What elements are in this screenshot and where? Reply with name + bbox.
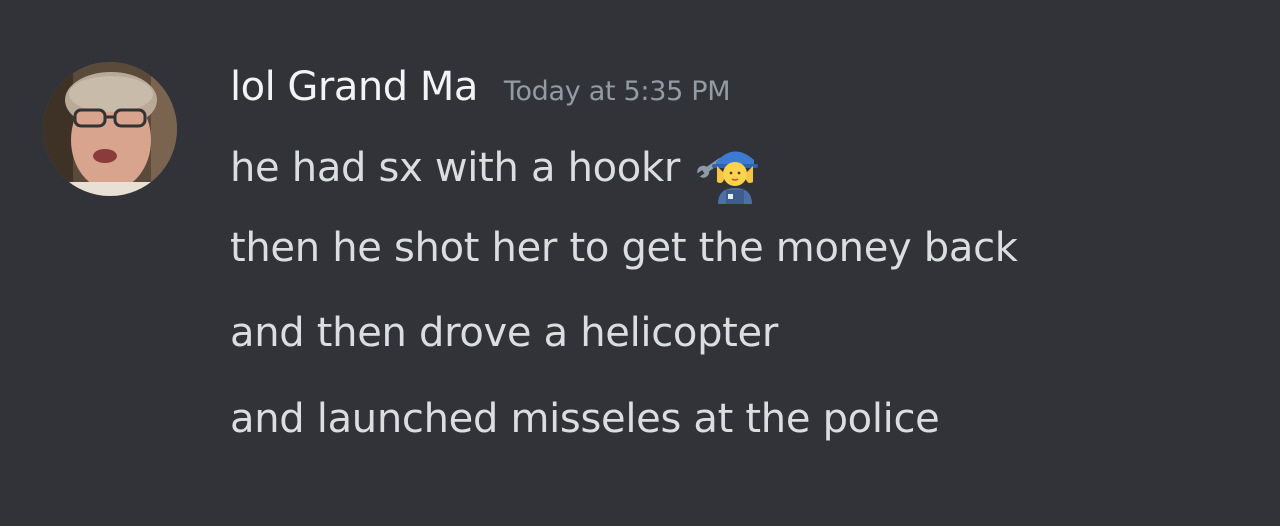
- message-text: then he shot her to get the money back: [230, 225, 1018, 271]
- woman-mechanic-emoji-icon: [694, 144, 766, 204]
- message-header: lol Grand Ma Today at 5:35 PM: [230, 64, 731, 124]
- message-line: and launched misseles at the police: [230, 396, 940, 442]
- message-text: he had sx with a hookr: [230, 145, 680, 191]
- avatar-photo-icon: [43, 62, 177, 196]
- chat-message-area: lol Grand Ma Today at 5:35 PM he had sx …: [0, 0, 1280, 526]
- message-line: he had sx with a hookr: [230, 138, 766, 204]
- user-avatar[interactable]: [43, 62, 177, 196]
- username[interactable]: lol Grand Ma: [230, 64, 478, 110]
- message-text: and then drove a helicopter: [230, 310, 779, 356]
- message-line: then he shot her to get the money back: [230, 225, 1018, 271]
- message-timestamp[interactable]: Today at 5:35 PM: [504, 76, 731, 107]
- message-text: and launched misseles at the police: [230, 396, 940, 442]
- message-line: and then drove a helicopter: [230, 310, 778, 356]
